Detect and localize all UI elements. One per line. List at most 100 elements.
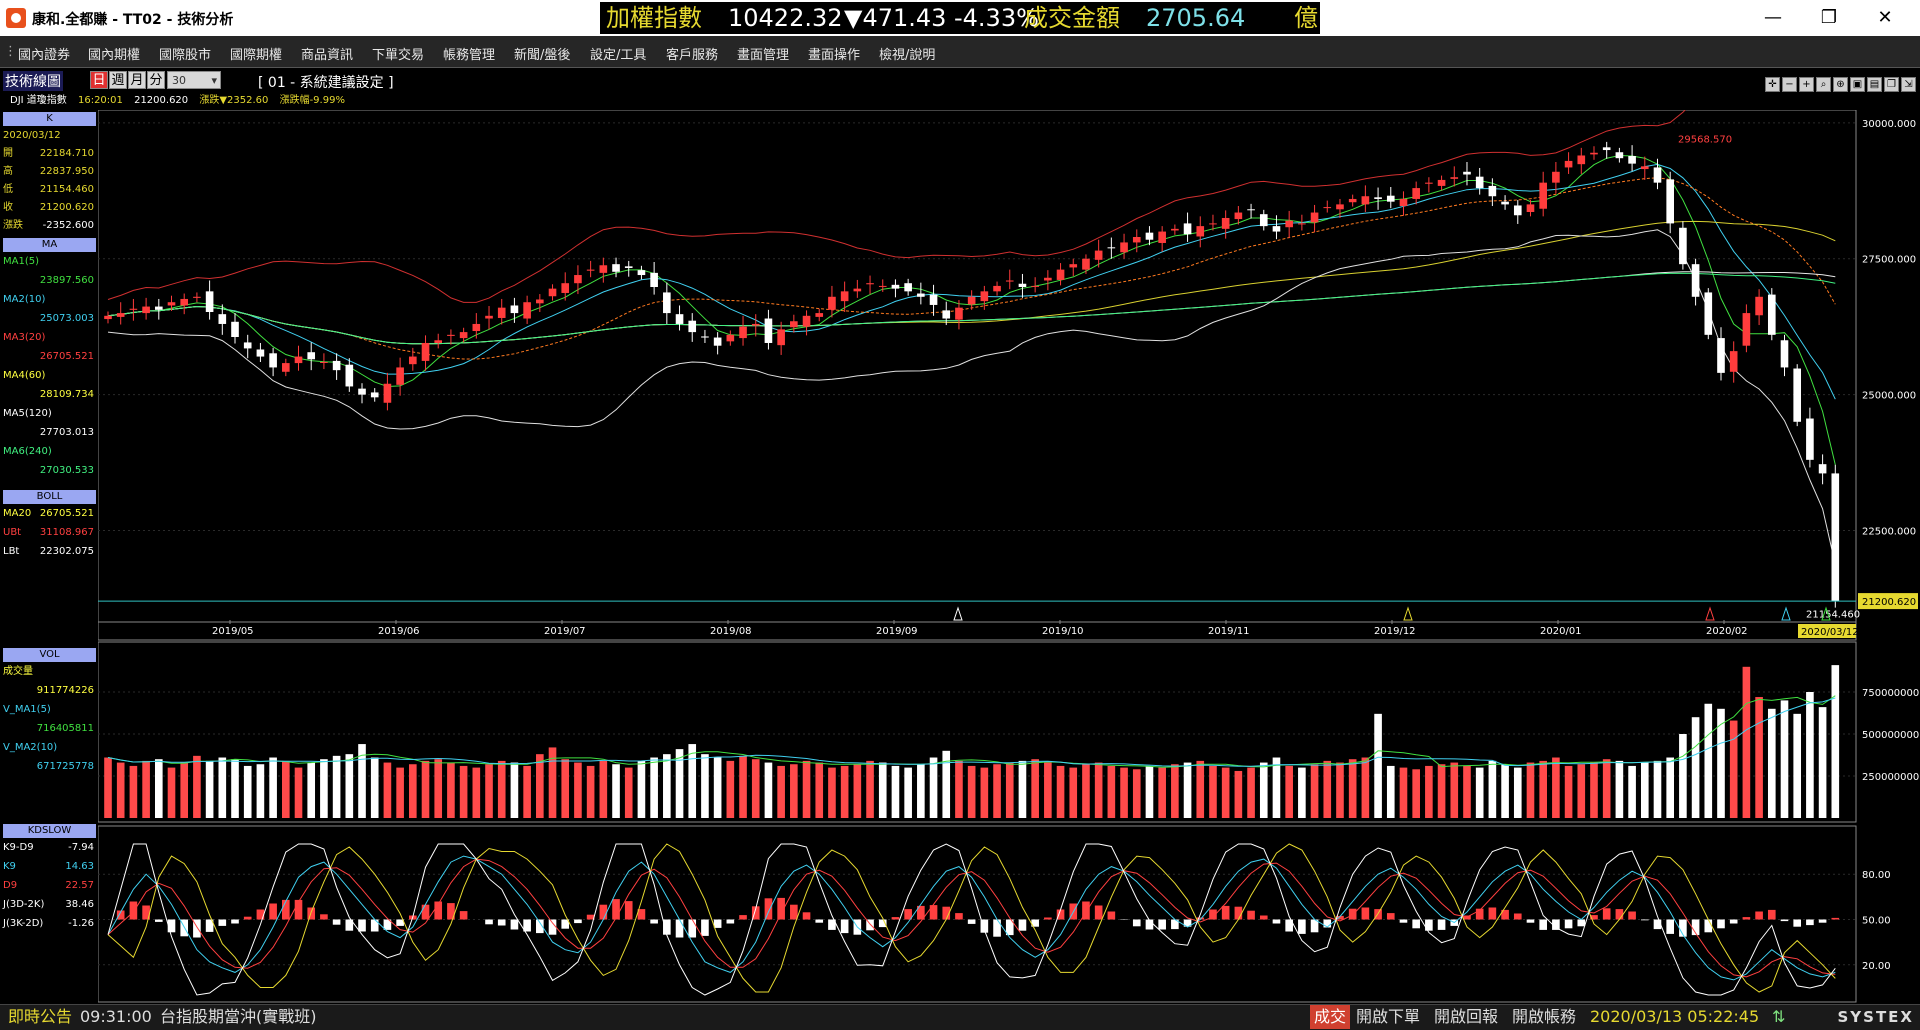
menu-item-domestic-futures[interactable]: 國內期權 (88, 44, 140, 63)
ticker-volume-label: 成交金額 (1024, 4, 1120, 32)
ma-row: MA5(120) (3, 408, 52, 419)
volume-bar (1069, 767, 1078, 818)
candle-body (1488, 185, 1497, 197)
kd-diff-bar (790, 904, 798, 920)
close-button[interactable]: ✕ (1862, 4, 1908, 32)
x-tick-label: 2019/05 (212, 626, 254, 637)
candle-body (1767, 294, 1776, 335)
k-high-row: 高 22837.950 (3, 166, 94, 177)
open-order-button[interactable]: 開啟下單 (1356, 1005, 1420, 1029)
volume-bar (561, 759, 570, 818)
volume-bar (1577, 764, 1586, 818)
volume-bar (154, 759, 163, 818)
panel-ma-header[interactable]: MA (3, 238, 96, 252)
volume-bar (116, 762, 125, 818)
kd-diff-bar (1272, 919, 1281, 924)
panel-vol-header[interactable]: VOL (3, 648, 96, 662)
ma-row: 26705.521 (39, 351, 94, 362)
zoom-out-icon[interactable]: − (1782, 77, 1797, 92)
announcement-text[interactable]: 台指股期當沖(實戰班) (160, 1005, 317, 1029)
menu-item-domestic-securities[interactable]: 國內證券 (18, 44, 70, 63)
chart-svg[interactable]: 30000.000 27500.000 25000.000 22500.000 2120… (98, 110, 1920, 1003)
boll-row: LBt 22302.075 (3, 546, 94, 557)
ma20-line (107, 177, 1836, 360)
volume-bar (828, 767, 836, 818)
volume-bar (1158, 767, 1166, 818)
print-icon[interactable]: ▤ (1867, 77, 1882, 92)
chart-area[interactable]: 30000.000 27500.000 25000.000 22500.000 2120… (98, 110, 1920, 1003)
candle-body (1475, 176, 1484, 189)
volume-bar (1348, 759, 1357, 818)
kd-diff-bar (1704, 919, 1713, 933)
quote-info-row: DJI 道瓊指數 16:20:01 21200.620 漲跌▼2352.60 漲… (10, 91, 353, 106)
event-marker-icon (1781, 606, 1791, 621)
period-minute-button[interactable]: 分 (147, 71, 165, 89)
volume-bar (1818, 707, 1827, 818)
search-icon[interactable]: ⌕ (1816, 77, 1831, 92)
menu-item-screen-management[interactable]: 畫面管理 (737, 44, 789, 63)
menu-item-intl-futures[interactable]: 國際期權 (230, 44, 282, 63)
x-tick-label: 2019/11 (1208, 626, 1250, 637)
volume-bar (1209, 765, 1217, 818)
volume-bar (396, 767, 404, 818)
kd-diff-bar (1247, 910, 1255, 920)
ma-row: MA3(20) (3, 332, 46, 343)
kd-diff-bar (599, 904, 608, 920)
menu-bar: ⋮ 國內證券 國內期權 國際股市 國際期權 商品資訊 下單交易 帳務管理 新聞/… (0, 36, 1920, 68)
chart-title: 技術線圖 (3, 71, 63, 91)
candle-body (1602, 147, 1611, 151)
menu-item-product-info[interactable]: 商品資訊 (301, 44, 353, 63)
period-day-button[interactable]: 日 (90, 71, 108, 89)
menu-item-news[interactable]: 新聞/盤後 (514, 44, 570, 63)
volume-bar (624, 767, 633, 818)
open-report-button[interactable]: 開啟回報 (1434, 1005, 1498, 1029)
price-tick-label: 27500.000 (1862, 255, 1916, 266)
trade-button[interactable]: 成交 (1310, 1005, 1351, 1029)
crosshair-icon[interactable]: ✛ (1765, 77, 1780, 92)
copy-icon[interactable]: ❐ (1884, 77, 1899, 92)
candle-body (1145, 232, 1154, 240)
price-tick-label: 30000.000 (1862, 119, 1916, 130)
menu-item-view-help[interactable]: 檢視/說明 (879, 44, 935, 63)
ma-row: 25073.003 (39, 313, 94, 324)
candle-body (1501, 201, 1509, 205)
candle-body (866, 283, 874, 285)
panel-boll-header[interactable]: BOLL (3, 490, 96, 504)
period-week-button[interactable]: 週 (109, 71, 127, 89)
candle-body (1755, 296, 1763, 316)
menu-item-customer-service[interactable]: 客戶服務 (666, 44, 718, 63)
kd-diff-bar (993, 919, 1001, 937)
period-month-button[interactable]: 月 (128, 71, 146, 89)
candle-body (688, 320, 697, 333)
zoom-in-icon[interactable]: + (1799, 77, 1814, 92)
minimize-button[interactable]: — (1750, 4, 1796, 32)
candle-body (421, 342, 430, 361)
candle-body (231, 321, 239, 337)
volume-bar (1780, 700, 1789, 818)
menu-item-screen-operation[interactable]: 畫面操作 (808, 44, 860, 63)
panel-kd-header[interactable]: KDSLOW (3, 824, 96, 838)
candle-body (790, 321, 798, 328)
menu-item-intl-stocks[interactable]: 國際股市 (159, 44, 211, 63)
kd-diff-bar (485, 919, 493, 925)
kd-diff-bar (1539, 919, 1547, 930)
menu-item-order-trading[interactable]: 下單交易 (372, 44, 424, 63)
magnify-icon[interactable]: ⊕ (1833, 77, 1848, 92)
volume-bar (1628, 765, 1636, 818)
menu-item-account-management[interactable]: 帳務管理 (443, 44, 495, 63)
chart-setting-label[interactable]: [ 01 - 系統建議設定 ] (258, 72, 394, 92)
ma-row: MA6(240) (3, 446, 52, 457)
panel-k-header[interactable]: K (3, 112, 96, 126)
candle-body (1552, 171, 1560, 183)
candle-body (1056, 269, 1065, 280)
volume-bar (1488, 760, 1497, 818)
restore-button[interactable]: ❐ (1806, 4, 1852, 32)
menu-item-settings-tools[interactable]: 設定/工具 (590, 44, 646, 63)
open-account-button[interactable]: 開啟帳務 (1512, 1005, 1576, 1029)
minute-interval-select[interactable]: 30 (167, 71, 221, 90)
volume-bar (1094, 762, 1103, 818)
announcement-label[interactable]: 即時公告 (8, 1005, 72, 1029)
save-icon[interactable]: ▣ (1850, 77, 1865, 92)
candle-body (726, 334, 735, 342)
export-icon[interactable]: ⇲ (1901, 77, 1916, 92)
